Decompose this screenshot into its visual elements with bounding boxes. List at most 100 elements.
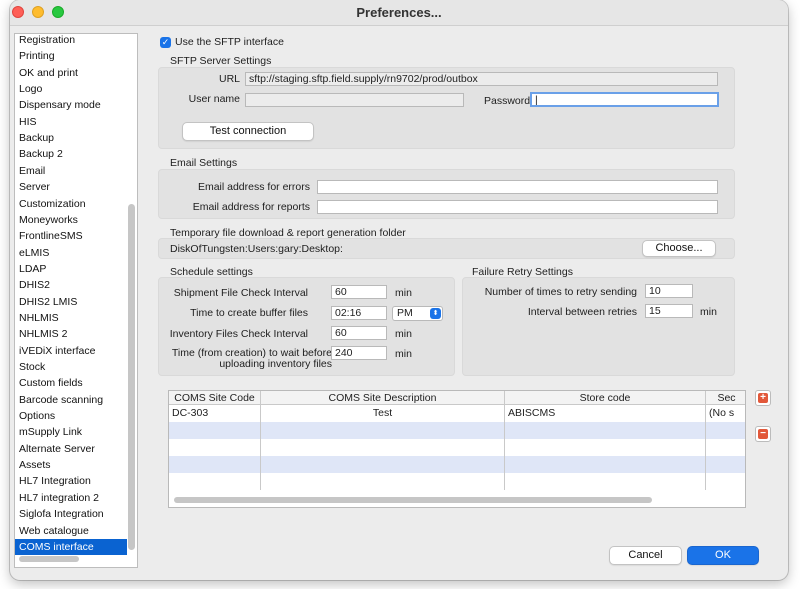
retry-interval-field[interactable]: 15 — [645, 304, 693, 318]
table-row[interactable]: DC-303 Test ABISCMS (No s — [169, 405, 745, 422]
sidebar-item-options[interactable]: Options — [15, 408, 127, 424]
table-row[interactable] — [169, 422, 745, 439]
cell-site-description: Test — [261, 405, 505, 422]
title-bar: Preferences... — [10, 0, 788, 26]
cell-store-code: ABISCMS — [505, 405, 706, 422]
sidebar-vertical-scrollbar[interactable] — [128, 204, 135, 550]
retry-times-field[interactable]: 10 — [645, 284, 693, 298]
sidebar-item-ivedix-interface[interactable]: iVEDiX interface — [15, 343, 127, 359]
email-reports-field[interactable] — [317, 200, 718, 214]
column-header-site-description[interactable]: COMS Site Description — [261, 391, 505, 405]
sidebar-item-backup-2[interactable]: Backup 2 — [15, 146, 127, 162]
sidebar-item-logo[interactable]: Logo — [15, 81, 127, 97]
chevron-updown-icon: ⬍ — [430, 308, 441, 319]
minus-icon: − — [758, 429, 768, 439]
buffer-time-field[interactable]: 02:16 — [331, 306, 387, 320]
sidebar-item-assets[interactable]: Assets — [15, 457, 127, 473]
column-header-sec[interactable]: Sec — [706, 391, 745, 405]
sidebar-item-elmis[interactable]: eLMIS — [15, 245, 127, 261]
sidebar-item-customization[interactable]: Customization — [15, 196, 127, 212]
cell-empty — [261, 439, 505, 456]
shipment-interval-label: Shipment File Check Interval — [173, 287, 308, 299]
email-errors-field[interactable] — [317, 180, 718, 194]
sidebar-horizontal-scrollbar[interactable] — [19, 556, 79, 562]
sidebar-item-dispensary-mode[interactable]: Dispensary mode — [15, 97, 127, 113]
sidebar-item-registration[interactable]: Registration — [15, 34, 127, 48]
sidebar-item-ldap[interactable]: LDAP — [15, 261, 127, 277]
sidebar-item-nhlmis[interactable]: NHLMIS — [15, 310, 127, 326]
cell-site-code: DC-303 — [169, 405, 261, 422]
password-label: Password — [484, 95, 531, 107]
cell-sec: (No s — [709, 407, 735, 419]
column-header-store-code[interactable]: Store code — [505, 391, 706, 405]
password-field[interactable]: | — [530, 92, 719, 107]
wait-time-field[interactable]: 240 — [331, 346, 387, 360]
cancel-button[interactable]: Cancel — [609, 546, 682, 565]
cell-empty — [505, 473, 706, 490]
shipment-interval-field[interactable]: 60 — [331, 285, 387, 299]
sidebar-item-printing[interactable]: Printing — [15, 48, 127, 64]
sidebar-item-dhis2-lmis[interactable]: DHIS2 LMIS — [15, 294, 127, 310]
preferences-window: Preferences... Registration Printing OK an… — [10, 0, 788, 580]
cell-empty — [261, 422, 505, 439]
add-row-button[interactable]: + — [755, 390, 771, 406]
sidebar-item-hl7-integration[interactable]: HL7 Integration — [15, 473, 127, 489]
shipment-interval-unit: min — [395, 287, 412, 299]
sftp-section-title: SFTP Server Settings — [170, 55, 272, 67]
sidebar-item-msupply-link[interactable]: mSupply Link — [15, 424, 127, 440]
window-title: Preferences... — [356, 5, 442, 20]
sidebar-item-his[interactable]: HIS — [15, 114, 127, 130]
choose-folder-button[interactable]: Choose... — [642, 240, 716, 257]
sidebar-item-stock[interactable]: Stock — [15, 359, 127, 375]
sidebar-item-siglofa-integration[interactable]: Siglofa Integration — [15, 506, 127, 522]
use-sftp-label: Use the SFTP interface — [175, 36, 284, 48]
sidebar-item-email[interactable]: Email — [15, 163, 127, 179]
email-section-title: Email Settings — [170, 157, 238, 169]
sidebar-item-custom-fields[interactable]: Custom fields — [15, 375, 127, 391]
sidebar-item-dhis2[interactable]: DHIS2 — [15, 277, 127, 293]
table-horizontal-scrollbar[interactable] — [174, 497, 652, 503]
username-label: User name — [188, 93, 240, 105]
sidebar-item-server[interactable]: Server — [15, 179, 127, 195]
sidebar-item-nhlmis-2[interactable]: NHLMIS 2 — [15, 326, 127, 342]
sidebar-item-moneyworks[interactable]: Moneyworks — [15, 212, 127, 228]
username-field[interactable] — [245, 93, 464, 107]
inventory-interval-unit: min — [395, 328, 412, 340]
sidebar-item-frontlinesms[interactable]: FrontlineSMS — [15, 228, 127, 244]
sidebar-item-barcode-scanning[interactable]: Barcode scanning — [15, 392, 127, 408]
cell-empty — [505, 456, 706, 473]
cell-empty — [169, 473, 261, 490]
cell-empty — [261, 456, 505, 473]
preferences-sidebar-list[interactable]: Registration Printing OK and print Logo Disp… — [14, 33, 138, 568]
column-header-site-code[interactable]: COMS Site Code — [169, 391, 261, 405]
sidebar-item-backup[interactable]: Backup — [15, 130, 127, 146]
buffer-ampm-select[interactable]: PM ⬍ — [392, 306, 443, 321]
cell-empty — [505, 422, 706, 439]
table-row[interactable] — [169, 439, 745, 456]
sidebar-item-alternate-server[interactable]: Alternate Server — [15, 441, 127, 457]
temp-folder-path: DiskOfTungsten:Users:gary:Desktop: — [170, 243, 343, 255]
table-row[interactable] — [169, 473, 745, 490]
buffer-time-label: Time to create buffer files — [190, 307, 308, 319]
test-connection-button[interactable]: Test connection — [182, 122, 314, 141]
cell-empty — [169, 422, 261, 439]
remove-row-button[interactable]: − — [755, 426, 771, 442]
retry-interval-label: Interval between retries — [527, 306, 637, 318]
sidebar-item-web-catalogue[interactable]: Web catalogue — [15, 523, 127, 539]
ok-button[interactable]: OK — [687, 546, 759, 565]
wait-time-unit: min — [395, 348, 412, 360]
cell-empty — [261, 473, 505, 490]
url-label: URL — [218, 73, 240, 85]
sidebar-item-ok-and-print[interactable]: OK and print — [15, 65, 127, 81]
wait-time-label-line2: uploading inventory files — [219, 358, 332, 370]
table-row[interactable] — [169, 456, 745, 473]
url-field[interactable]: sftp://staging.sftp.field.supply/rn9702/… — [245, 72, 718, 86]
plus-icon: + — [758, 393, 768, 403]
inventory-interval-field[interactable]: 60 — [331, 326, 387, 340]
sidebar-item-hl7-integration-2[interactable]: HL7 integration 2 — [15, 490, 127, 506]
cell-empty — [505, 439, 706, 456]
coms-sites-table[interactable]: COMS Site Code COMS Site Description Sto… — [168, 390, 746, 508]
use-sftp-checkbox[interactable]: ✓ — [160, 37, 171, 48]
sidebar-item-coms-interface[interactable]: COMS interface — [15, 538, 127, 555]
cell-empty — [169, 439, 261, 456]
